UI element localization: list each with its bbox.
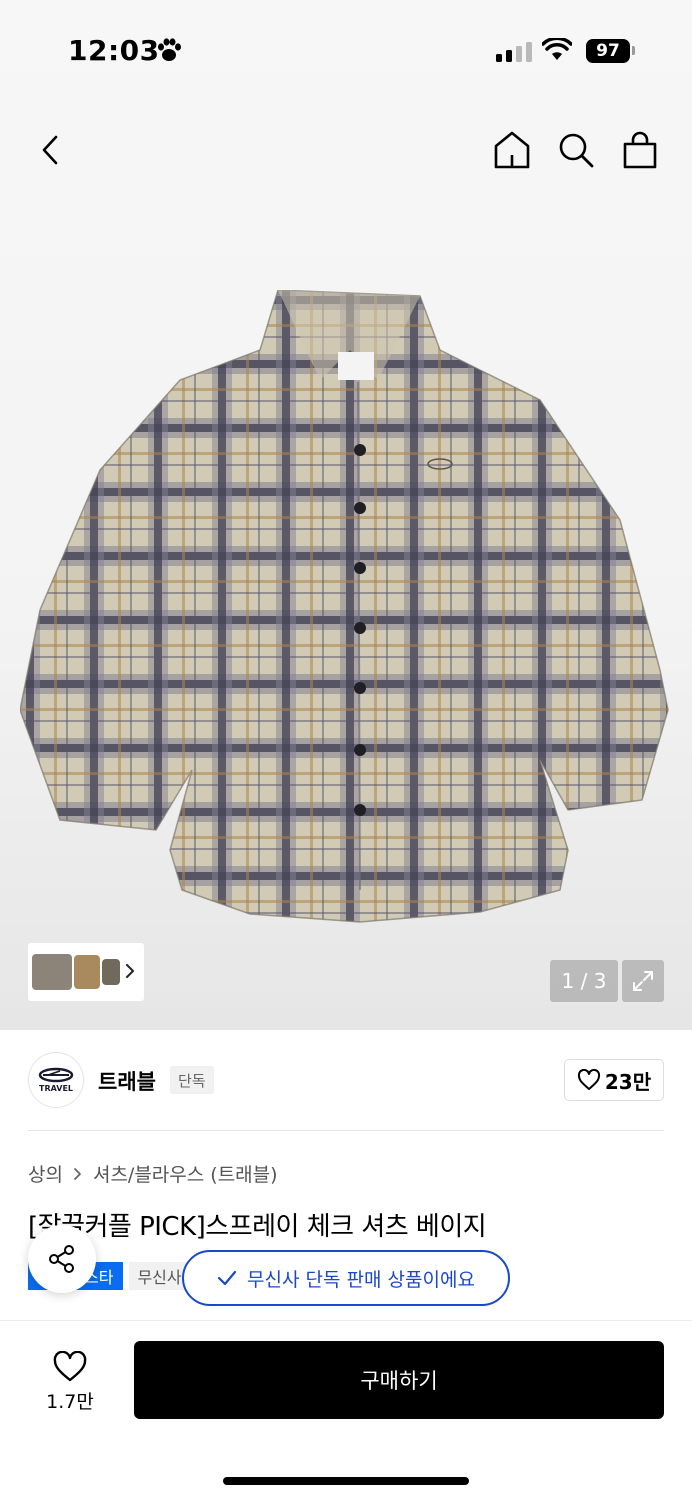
- image-counter: 1 / 3: [550, 960, 618, 1002]
- share-icon: [49, 1245, 74, 1273]
- like-button[interactable]: 1.7만: [30, 1344, 110, 1420]
- expand-button[interactable]: [622, 960, 664, 1002]
- thumbnail-strip[interactable]: [28, 943, 144, 1001]
- shopping-bag-button[interactable]: [618, 128, 662, 172]
- product-gallery[interactable]: 12:03 97 1 / 3: [0, 0, 692, 1030]
- search-button[interactable]: [554, 128, 598, 172]
- brand-logo[interactable]: TRAVEL: [28, 1052, 84, 1108]
- brand-like-button[interactable]: 23만: [564, 1059, 664, 1101]
- cellular-signal-icon: [496, 42, 532, 62]
- heart-icon: [53, 1350, 87, 1381]
- chevron-left-icon: [42, 135, 58, 165]
- buy-button[interactable]: 구매하기: [134, 1341, 664, 1419]
- shopping-bag-icon: [623, 131, 657, 169]
- thumbnail-1[interactable]: [32, 954, 72, 990]
- divider: [28, 1130, 664, 1131]
- back-button[interactable]: [30, 128, 70, 172]
- thumbnail-3[interactable]: [102, 959, 120, 985]
- svg-text:TRAVEL: TRAVEL: [39, 1084, 73, 1093]
- status-bar: 12:03 97: [0, 0, 692, 100]
- heart-icon: [577, 1069, 600, 1090]
- toast-text: 무신사 단독 판매 상품이에요: [247, 1268, 475, 1291]
- battery-icon: 97: [586, 39, 630, 63]
- product-image[interactable]: [20, 290, 672, 930]
- battery-level: 97: [596, 41, 620, 61]
- share-button[interactable]: [28, 1225, 96, 1293]
- product-title: [잘끌커플 PICK]스프레이 체크 셔츠 베이지: [28, 1212, 487, 1242]
- like-count: 1.7만: [46, 1390, 94, 1413]
- product-detail-screen: 12:03 97 1 / 3 TRAVEL 트래블 단독 23만 상의 셔츠/블…: [0, 0, 692, 1500]
- check-icon: [217, 1270, 237, 1286]
- brand-exclusive-tag: 단독: [170, 1066, 214, 1094]
- status-time: 12:03: [68, 34, 160, 67]
- thumbnail-2[interactable]: [74, 955, 100, 989]
- breadcrumb-subcategory[interactable]: 셔츠/블라우스 (트래블): [93, 1160, 278, 1187]
- badge-musinsa: 무신사: [129, 1262, 190, 1290]
- exclusive-toast: 무신사 단독 판매 상품이에요: [182, 1250, 510, 1306]
- search-icon: [559, 133, 594, 168]
- travel-logo: TRAVEL: [38, 1067, 74, 1093]
- expand-icon: [633, 971, 653, 991]
- chevron-right-icon: [74, 1167, 81, 1180]
- battery-tip: [632, 46, 635, 55]
- home-button[interactable]: [490, 128, 534, 172]
- breadcrumb: 상의 셔츠/블라우스 (트래블): [28, 1160, 278, 1187]
- chevron-right-icon[interactable]: [124, 962, 136, 980]
- breadcrumb-category[interactable]: 상의: [28, 1160, 63, 1187]
- wifi-icon: [542, 38, 572, 60]
- bottom-bar-divider: [0, 1320, 692, 1321]
- brand-like-count: 23만: [604, 1069, 652, 1094]
- home-icon: [494, 131, 530, 169]
- brand-name[interactable]: 트래블: [98, 1066, 156, 1096]
- home-indicator: [223, 1477, 469, 1485]
- paw-icon: [158, 38, 181, 61]
